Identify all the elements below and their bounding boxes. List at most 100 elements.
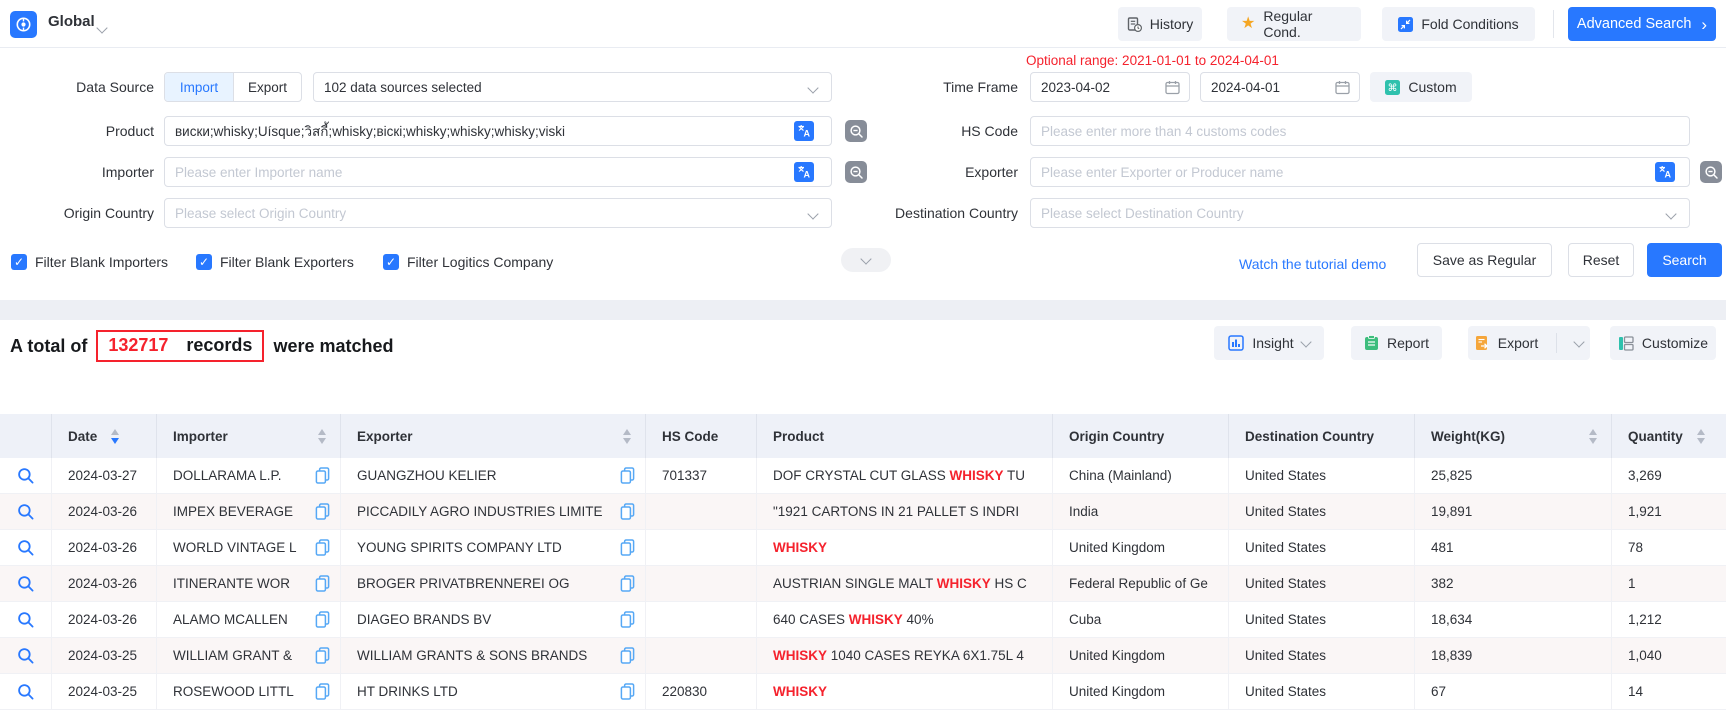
copy-icon[interactable] xyxy=(315,539,330,556)
weight-text: 19,891 xyxy=(1431,504,1601,519)
column-header-importer[interactable]: Importer xyxy=(157,414,341,458)
report-button[interactable]: Report xyxy=(1351,326,1442,360)
hs-code-placeholder: Please enter more than 4 customs codes xyxy=(1041,124,1286,139)
copy-icon[interactable] xyxy=(620,467,635,484)
exporter-label: Exporter xyxy=(838,157,1018,187)
checkbox-checked-icon: ✓ xyxy=(196,254,212,270)
quantity-text: 3,269 xyxy=(1628,468,1716,483)
cell-origin: United Kingdom xyxy=(1053,638,1229,673)
insight-button[interactable]: Insight xyxy=(1214,326,1324,360)
destination-text: United States xyxy=(1245,540,1404,555)
chevron-down-icon[interactable] xyxy=(98,19,106,35)
copy-icon[interactable] xyxy=(315,611,330,628)
copy-icon[interactable] xyxy=(620,647,635,664)
translate-icon[interactable]: A xyxy=(794,162,814,182)
results-table: DateImporterExporterHS CodeProductOrigin… xyxy=(0,414,1726,710)
cell-product: AUSTRIAN SINGLE MALT WHISKY HS C xyxy=(757,566,1053,601)
row-detail-magnifier-icon[interactable] xyxy=(17,683,35,701)
copy-icon[interactable] xyxy=(315,683,330,700)
sort-carets-icon[interactable] xyxy=(111,429,119,444)
quantity-text: 1,040 xyxy=(1628,648,1716,663)
fuzzy-search-icon[interactable] xyxy=(1700,161,1722,183)
quantity-text: 1,921 xyxy=(1628,504,1716,519)
copy-icon[interactable] xyxy=(315,575,330,592)
translate-icon[interactable]: A xyxy=(794,121,814,141)
cell-exporter: PICCADILY AGRO INDUSTRIES LIMITE xyxy=(341,494,646,529)
export-button[interactable]: Export xyxy=(1468,326,1590,360)
custom-range-button[interactable]: ⌘ Custom xyxy=(1370,72,1472,102)
copy-icon[interactable] xyxy=(315,647,330,664)
regular-cond-button[interactable]: ★ Regular Cond. xyxy=(1227,7,1361,41)
region-selector-label[interactable]: Global xyxy=(48,13,95,30)
reset-button[interactable]: Reset xyxy=(1568,243,1634,277)
row-detail-magnifier-icon[interactable] xyxy=(17,575,35,593)
row-detail-magnifier-icon[interactable] xyxy=(17,647,35,665)
fold-conditions-button[interactable]: Fold Conditions xyxy=(1382,7,1535,41)
copy-icon[interactable] xyxy=(620,683,635,700)
column-header-label: Importer xyxy=(173,429,228,444)
date-end-input[interactable]: 2024-04-01 xyxy=(1200,72,1360,102)
column-header-label: Product xyxy=(773,429,824,444)
row-detail-magnifier-icon[interactable] xyxy=(17,539,35,557)
cell-hs_code: 220830 xyxy=(646,674,757,709)
cell-quantity: 14 xyxy=(1612,674,1726,709)
column-header-exporter[interactable]: Exporter xyxy=(341,414,646,458)
copy-icon[interactable] xyxy=(315,503,330,520)
data-sources-select[interactable]: 102 data sources selected xyxy=(313,72,832,102)
sort-carets-icon[interactable] xyxy=(623,429,631,444)
cell-destination: United States xyxy=(1229,638,1415,673)
translate-icon[interactable]: A xyxy=(1655,162,1675,182)
copy-icon[interactable] xyxy=(620,503,635,520)
tutorial-demo-link[interactable]: Watch the tutorial demo xyxy=(1239,256,1386,272)
advanced-search-button[interactable]: Advanced Search › xyxy=(1568,7,1716,41)
row-detail-magnifier-icon[interactable] xyxy=(17,467,35,485)
column-header-label: Origin Country xyxy=(1069,429,1164,444)
destination-country-select[interactable]: Please select Destination Country xyxy=(1030,198,1690,228)
cell-icon xyxy=(0,638,52,673)
filter-logistics-company-checkbox[interactable]: ✓ Filter Logitics Company xyxy=(383,254,553,270)
origin-country-select[interactable]: Please select Origin Country xyxy=(164,198,832,228)
weight-text: 18,839 xyxy=(1431,648,1601,663)
chevron-down-icon[interactable] xyxy=(1574,336,1585,347)
cell-product: WHISKY xyxy=(757,674,1053,709)
column-header-weight[interactable]: Weight(KG) xyxy=(1415,414,1612,458)
calendar-icon xyxy=(1335,80,1350,95)
row-detail-magnifier-icon[interactable] xyxy=(17,503,35,521)
search-button[interactable]: Search xyxy=(1647,243,1722,277)
filter-blank-importers-checkbox[interactable]: ✓ Filter Blank Importers xyxy=(11,254,168,270)
date-start-input[interactable]: 2023-04-02 xyxy=(1030,72,1190,102)
product-input[interactable]: виски;whisky;Uísque;วิสกี้;whisky;віскі;… xyxy=(164,116,832,146)
cell-hs_code xyxy=(646,494,757,529)
table-header-row: DateImporterExporterHS CodeProductOrigin… xyxy=(0,414,1726,458)
destination-text: United States xyxy=(1245,504,1404,519)
copy-icon[interactable] xyxy=(620,539,635,556)
export-tab[interactable]: Export xyxy=(233,73,301,101)
copy-icon[interactable] xyxy=(620,611,635,628)
section-divider xyxy=(0,300,1726,320)
checkbox-label: Filter Blank Exporters xyxy=(220,254,354,270)
history-button[interactable]: History xyxy=(1118,7,1202,41)
copy-icon[interactable] xyxy=(315,467,330,484)
collapse-conditions-button[interactable] xyxy=(841,248,891,272)
customize-button[interactable]: Customize xyxy=(1610,326,1716,360)
column-header-date[interactable]: Date xyxy=(52,414,157,458)
row-detail-magnifier-icon[interactable] xyxy=(17,611,35,629)
hs-code-input[interactable]: Please enter more than 4 customs codes xyxy=(1030,116,1690,146)
sort-carets-icon[interactable] xyxy=(318,429,326,444)
cell-hs_code xyxy=(646,566,757,601)
product-text: WHISKY xyxy=(773,540,1042,555)
sort-carets-icon[interactable] xyxy=(1697,429,1705,444)
importer-input[interactable]: Please enter Importer name xyxy=(164,157,832,187)
filter-blank-exporters-checkbox[interactable]: ✓ Filter Blank Exporters xyxy=(196,254,354,270)
exporter-text: YOUNG SPIRITS COMPANY LTD xyxy=(357,540,614,555)
importer-text: ROSEWOOD LITTL xyxy=(173,684,309,699)
exporter-text: PICCADILY AGRO INDUSTRIES LIMITE xyxy=(357,504,614,519)
advanced-search-label: Advanced Search xyxy=(1577,16,1691,32)
column-header-quantity[interactable]: Quantity xyxy=(1612,414,1726,458)
save-as-regular-button[interactable]: Save as Regular xyxy=(1417,243,1552,277)
copy-icon[interactable] xyxy=(620,575,635,592)
exporter-input[interactable]: Please enter Exporter or Producer name xyxy=(1030,157,1690,187)
import-tab[interactable]: Import xyxy=(165,73,233,101)
sort-carets-icon[interactable] xyxy=(1589,429,1597,444)
quantity-text: 1,212 xyxy=(1628,612,1716,627)
